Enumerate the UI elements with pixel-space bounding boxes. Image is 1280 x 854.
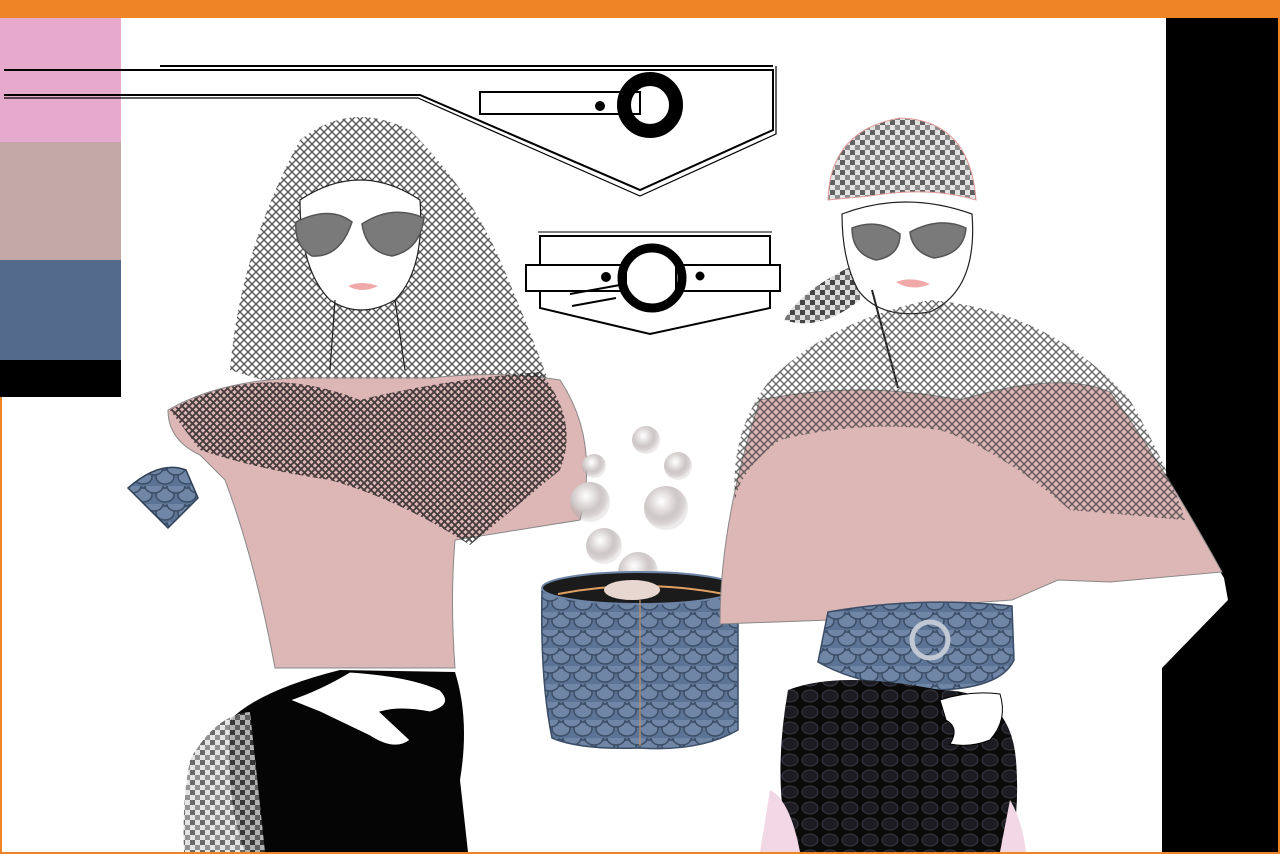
left-model <box>167 117 588 852</box>
bucket-bag <box>540 571 739 750</box>
fashion-illustration-board <box>0 0 1280 854</box>
knit-cap <box>827 117 977 201</box>
swatch-pink <box>0 18 121 142</box>
ring-belt <box>817 601 1015 691</box>
color-swatches <box>0 18 121 397</box>
cuff-bracelet <box>126 466 199 530</box>
swatch-slate-blue <box>0 260 121 360</box>
scarf-tail <box>784 262 860 324</box>
swatch-taupe <box>0 142 121 260</box>
side-panel <box>1162 18 1278 852</box>
steam-bubbles <box>570 426 692 592</box>
face-right <box>841 201 974 315</box>
top-bar <box>0 0 1280 18</box>
right-model <box>719 117 1223 852</box>
swatch-black <box>0 360 121 397</box>
belt-flat-small <box>525 231 781 336</box>
